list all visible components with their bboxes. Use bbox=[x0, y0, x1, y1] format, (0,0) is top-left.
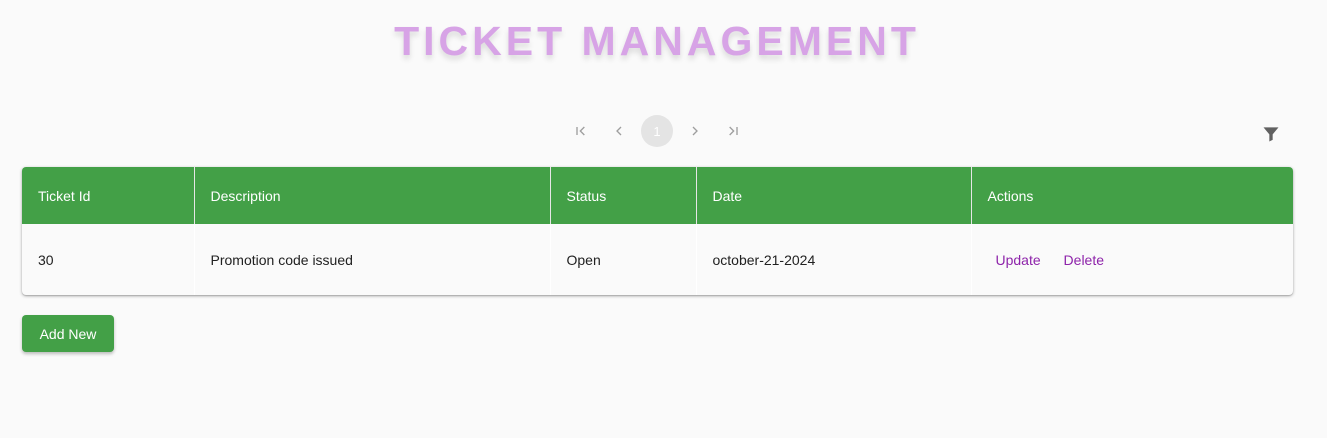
table-header-row: Ticket Id Description Status Date Action… bbox=[22, 167, 1293, 224]
table-row: 30 Promotion code issued Open october-21… bbox=[22, 224, 1293, 295]
first-page-icon bbox=[576, 126, 585, 136]
cell-status: Open bbox=[550, 224, 697, 295]
column-header-date: Date bbox=[696, 167, 972, 224]
page-title: TICKET MANAGEMENT bbox=[394, 18, 920, 64]
previous-page-icon bbox=[616, 126, 622, 136]
column-header-ticket-id: Ticket Id bbox=[22, 167, 195, 224]
column-header-description: Description bbox=[194, 167, 551, 224]
delete-button[interactable]: Delete bbox=[1056, 246, 1112, 274]
last-page-icon bbox=[729, 126, 738, 136]
pagination: 1 bbox=[565, 115, 755, 147]
update-button[interactable]: Update bbox=[988, 246, 1049, 274]
add-new-button[interactable]: Add New bbox=[22, 315, 114, 352]
cell-ticket-id: 30 bbox=[22, 224, 195, 295]
last-page-button[interactable] bbox=[717, 115, 749, 147]
filter-button[interactable] bbox=[1259, 122, 1283, 146]
column-header-status: Status bbox=[550, 167, 697, 224]
page: TICKET MANAGEMENT 1 Ticket Id Descriptio… bbox=[0, 0, 1327, 438]
first-page-button[interactable] bbox=[565, 115, 597, 147]
next-page-icon bbox=[692, 126, 698, 136]
column-header-actions: Actions bbox=[987, 187, 1034, 204]
page-number-button[interactable]: 1 bbox=[641, 115, 673, 147]
tickets-table-card: Ticket Id Description Status Date Action… bbox=[22, 167, 1293, 295]
previous-page-button[interactable] bbox=[603, 115, 635, 147]
tickets-table: Ticket Id Description Status Date Action… bbox=[22, 167, 1293, 295]
cell-description: Promotion code issued bbox=[194, 224, 551, 295]
filter-icon bbox=[1263, 127, 1279, 142]
cell-date: october-21-2024 bbox=[696, 224, 972, 295]
cell-actions: Update Delete bbox=[971, 224, 1293, 295]
next-page-button[interactable] bbox=[679, 115, 711, 147]
